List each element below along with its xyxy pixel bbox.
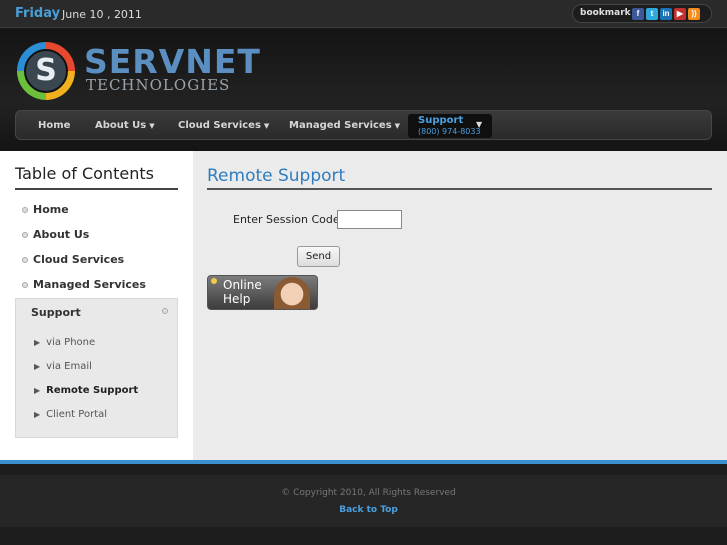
bullet-icon — [22, 257, 28, 263]
youtube-icon[interactable]: ▶ — [674, 8, 686, 20]
toc-title: Table of Contents — [15, 164, 154, 183]
servnet-logo-icon[interactable]: S — [17, 42, 75, 100]
nav-support-label: Support — [418, 115, 464, 126]
divider — [15, 188, 178, 190]
submenu-item-client-portal[interactable]: ▶ Client Portal — [34, 409, 107, 420]
online-help-button[interactable]: Online Help — [207, 275, 318, 310]
footer-band — [0, 475, 727, 527]
nav-home[interactable]: Home — [38, 120, 70, 131]
page-title: Remote Support — [207, 166, 346, 186]
lightbulb-icon — [211, 278, 217, 284]
sidebar-item-managed-services[interactable]: Managed Services — [22, 278, 146, 291]
main-nav: Home About Us ▼ Cloud Services ▼ Managed S… — [15, 110, 712, 140]
arrow-right-icon: ▶ — [34, 410, 41, 419]
bullet-icon — [22, 232, 28, 238]
send-button[interactable]: Send — [297, 246, 340, 267]
back-to-top-link[interactable]: Back to Top — [0, 505, 727, 515]
submenu-title[interactable]: Support — [31, 306, 81, 319]
bullet-icon — [22, 282, 28, 288]
brand-tagline: TECHNOLOGIES — [86, 76, 231, 94]
sidebar-item-about-us[interactable]: About Us — [22, 228, 89, 241]
support-phone: (800) 974-8033 — [418, 127, 481, 136]
session-code-label: Enter Session Code: — [233, 213, 344, 226]
help-line1: Online — [223, 278, 262, 292]
sidebar-item-home[interactable]: Home — [22, 203, 69, 216]
divider — [207, 188, 712, 190]
sidebar-item-cloud-services[interactable]: Cloud Services — [22, 253, 124, 266]
bullet-icon — [162, 308, 168, 314]
twitter-icon[interactable]: t — [646, 8, 658, 20]
bookmark-label: bookmark — [580, 8, 631, 18]
session-code-input[interactable] — [337, 210, 402, 229]
submenu-item-via-phone[interactable]: ▶ via Phone — [34, 337, 95, 348]
submenu-item-remote-support[interactable]: ▶ Remote Support — [34, 385, 138, 396]
date-label: June 10 , 2011 — [62, 8, 142, 21]
chevron-down-icon: ▼ — [476, 120, 483, 129]
support-submenu: Support ▶ via Phone ▶ via Email ▶ Remote Su… — [15, 298, 178, 438]
nav-cloud-services[interactable]: Cloud Services ▼ — [178, 120, 269, 131]
day-label: Friday — [15, 6, 61, 21]
logo-letter: S — [24, 49, 68, 93]
nav-managed-services[interactable]: Managed Services ▼ — [289, 120, 400, 131]
submenu-item-via-email[interactable]: ▶ via Email — [34, 361, 92, 372]
arrow-right-icon: ▶ — [34, 338, 41, 347]
help-line2: Help — [223, 292, 251, 306]
bookmark-bar: bookmark f t in ▶ )) — [572, 4, 712, 23]
nav-support[interactable]: Support (800) 974-8033 ▼ — [408, 114, 492, 138]
facebook-icon[interactable]: f — [632, 8, 644, 20]
chevron-down-icon: ▼ — [149, 122, 155, 130]
rss-icon[interactable]: )) — [688, 8, 700, 20]
arrow-right-icon: ▶ — [34, 362, 41, 371]
top-bar: Friday June 10 , 2011 bookmark f t in ▶ … — [0, 0, 727, 28]
bullet-icon — [22, 207, 28, 213]
arrow-right-icon: ▶ — [34, 386, 41, 395]
support-agent-image — [274, 277, 310, 309]
linkedin-icon[interactable]: in — [660, 8, 672, 20]
copyright-text: © Copyright 2010, All Rights Reserved — [281, 488, 456, 498]
nav-about-us[interactable]: About Us ▼ — [95, 120, 155, 131]
chevron-down-icon: ▼ — [263, 122, 270, 130]
chevron-down-icon: ▼ — [394, 122, 401, 130]
